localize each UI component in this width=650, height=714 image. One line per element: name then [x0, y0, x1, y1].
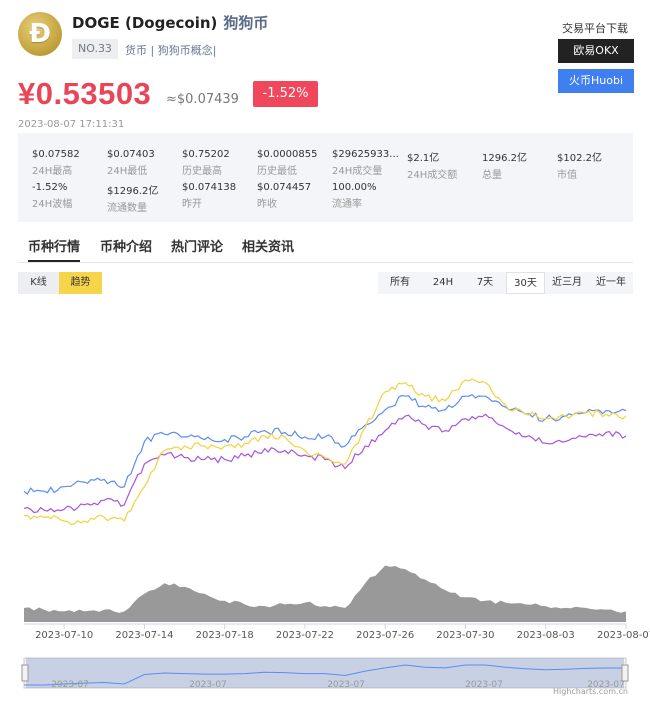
stat-label: 流通数量 [107, 203, 147, 214]
tab-news[interactable]: 相关资讯 [242, 236, 294, 255]
stat-label: 24H波幅 [32, 199, 73, 210]
series-line-2 [23, 413, 627, 514]
x-tick-label: 2023-07-30 [436, 630, 494, 641]
stat-value: 1296.2亿 [482, 153, 527, 164]
tab-divider [18, 262, 633, 263]
coin-name: DOGE (Dogecoin) [72, 14, 218, 32]
navigator-label: 2023-07 [189, 680, 227, 690]
stat-24h-low: $0.07403 24H最低 [107, 149, 177, 177]
download-title: 交易平台下载 [562, 22, 628, 35]
stat-value: $0.07582 [32, 149, 80, 160]
stat-label: 24H成交额 [407, 170, 458, 181]
stat-label: 24H成交量 [332, 166, 383, 177]
stat-value: -1.52% [32, 182, 68, 193]
stat-value: $0.75202 [182, 149, 230, 160]
coin-tags[interactable]: 货币 | 狗狗币概念| [125, 42, 216, 58]
okx-download-button[interactable]: 欧易OKX [558, 39, 634, 63]
x-tick-label: 2023-08-07 [597, 630, 650, 641]
tab-market[interactable]: 币种行情 [28, 236, 81, 262]
stat-24h-amplitude: -1.52% 24H波幅 [32, 182, 102, 210]
price-trend-chart[interactable]: 2023-07-10 2023-07-14 2023-07-18 2023-07-22… [0, 300, 650, 714]
range-3m[interactable]: 近三月 [545, 272, 589, 294]
change-badge: -1.52% [253, 81, 318, 107]
stat-value: $29625933... [332, 149, 399, 160]
stat-market-cap: $102.2亿 市值 [557, 149, 627, 181]
coin-cn-name: 狗狗币 [223, 14, 269, 32]
chart-credit: Highcharts.com.cn [553, 687, 628, 696]
tab-comments[interactable]: 热门评论 [171, 236, 223, 255]
stat-prev-open: $0.074138 昨开 [182, 182, 252, 210]
stat-label: 24H最低 [107, 166, 148, 177]
stat-label: 历史最低 [257, 166, 297, 177]
stat-prev-close: $0.074457 昨收 [257, 182, 327, 210]
coin-title: DOGE (Dogecoin) 狗狗币 [72, 12, 268, 33]
x-axis-ticks: 2023-07-10 2023-07-14 2023-07-18 2023-07-22… [35, 624, 650, 641]
x-tick-label: 2023-08-03 [517, 630, 575, 641]
range-30d[interactable]: 30天 [506, 272, 545, 294]
update-timestamp: 2023-08-07 17:11:31 [18, 119, 125, 130]
navigator-handle-right[interactable] [621, 664, 629, 682]
stat-value: $102.2亿 [557, 153, 602, 164]
stat-24h-volume: $29625933... 24H成交量 [332, 149, 402, 177]
rank-badge: NO.33 [72, 39, 118, 59]
huobi-download-button[interactable]: 火币Huobi [558, 69, 634, 93]
price-cny: ¥0.53503 [18, 76, 152, 111]
stat-value: $0.074138 [182, 182, 237, 193]
x-tick-label: 2023-07-18 [196, 630, 254, 641]
stat-total-supply: 1296.2亿 总量 [482, 149, 552, 181]
price-usd: ≈$0.07439 [166, 92, 239, 107]
tab-intro[interactable]: 币种介绍 [100, 236, 152, 255]
stat-value: $0.0000855 [257, 149, 318, 160]
series-line-1 [23, 393, 627, 496]
stat-label: 昨开 [182, 199, 202, 210]
range-24h[interactable]: 24H [422, 272, 464, 294]
x-tick-label: 2023-07-26 [356, 630, 414, 641]
stat-circulating: $1296.2亿 流通数量 [107, 182, 177, 214]
stat-value: $2.1亿 [407, 153, 440, 164]
x-tick-label: 2023-07-14 [115, 630, 173, 641]
stat-value: 100.00% [332, 182, 377, 193]
stat-24h-high: $0.07582 24H最高 [32, 149, 102, 177]
stats-panel: $0.07582 24H最高 $0.07403 24H最低 $0.75202 历史最高… [18, 133, 633, 222]
range-1y[interactable]: 近一年 [589, 272, 633, 294]
range-selector: 所有 24H 7天 30天 近三月 近一年 [378, 272, 633, 294]
stat-ath: $0.75202 历史最高 [182, 149, 252, 177]
stat-label: 流通率 [332, 199, 362, 210]
stat-label: 历史最高 [182, 166, 222, 177]
volume-area [24, 565, 626, 622]
kline-toggle[interactable]: K线 [18, 272, 59, 294]
navigator-label: 2023-07 [51, 680, 89, 690]
x-tick-label: 2023-07-10 [35, 630, 93, 641]
stat-value: $1296.2亿 [107, 186, 159, 197]
series-line-3 [23, 378, 627, 526]
logo-letter: Ð [29, 19, 51, 49]
stat-circulation-rate: 100.00% 流通率 [332, 182, 402, 210]
stat-label: 24H最高 [32, 166, 73, 177]
stat-value: $0.07403 [107, 149, 155, 160]
range-7d[interactable]: 7天 [464, 272, 506, 294]
stat-value: $0.074457 [257, 182, 312, 193]
navigator-label: 2023-07 [327, 680, 365, 690]
dogecoin-logo: Ð [18, 12, 62, 56]
stat-atl: $0.0000855 历史最低 [257, 149, 327, 177]
stat-label: 昨收 [257, 199, 277, 210]
stat-label: 市值 [557, 170, 577, 181]
stat-label: 总量 [482, 170, 502, 181]
range-all[interactable]: 所有 [378, 272, 422, 294]
stat-24h-turnover: $2.1亿 24H成交额 [407, 149, 477, 181]
price-lines [23, 378, 627, 526]
navigator-handle-left[interactable] [21, 664, 29, 682]
trend-toggle[interactable]: 趋势 [59, 272, 102, 294]
navigator-label: 2023-07 [465, 680, 503, 690]
x-tick-label: 2023-07-22 [276, 630, 334, 641]
